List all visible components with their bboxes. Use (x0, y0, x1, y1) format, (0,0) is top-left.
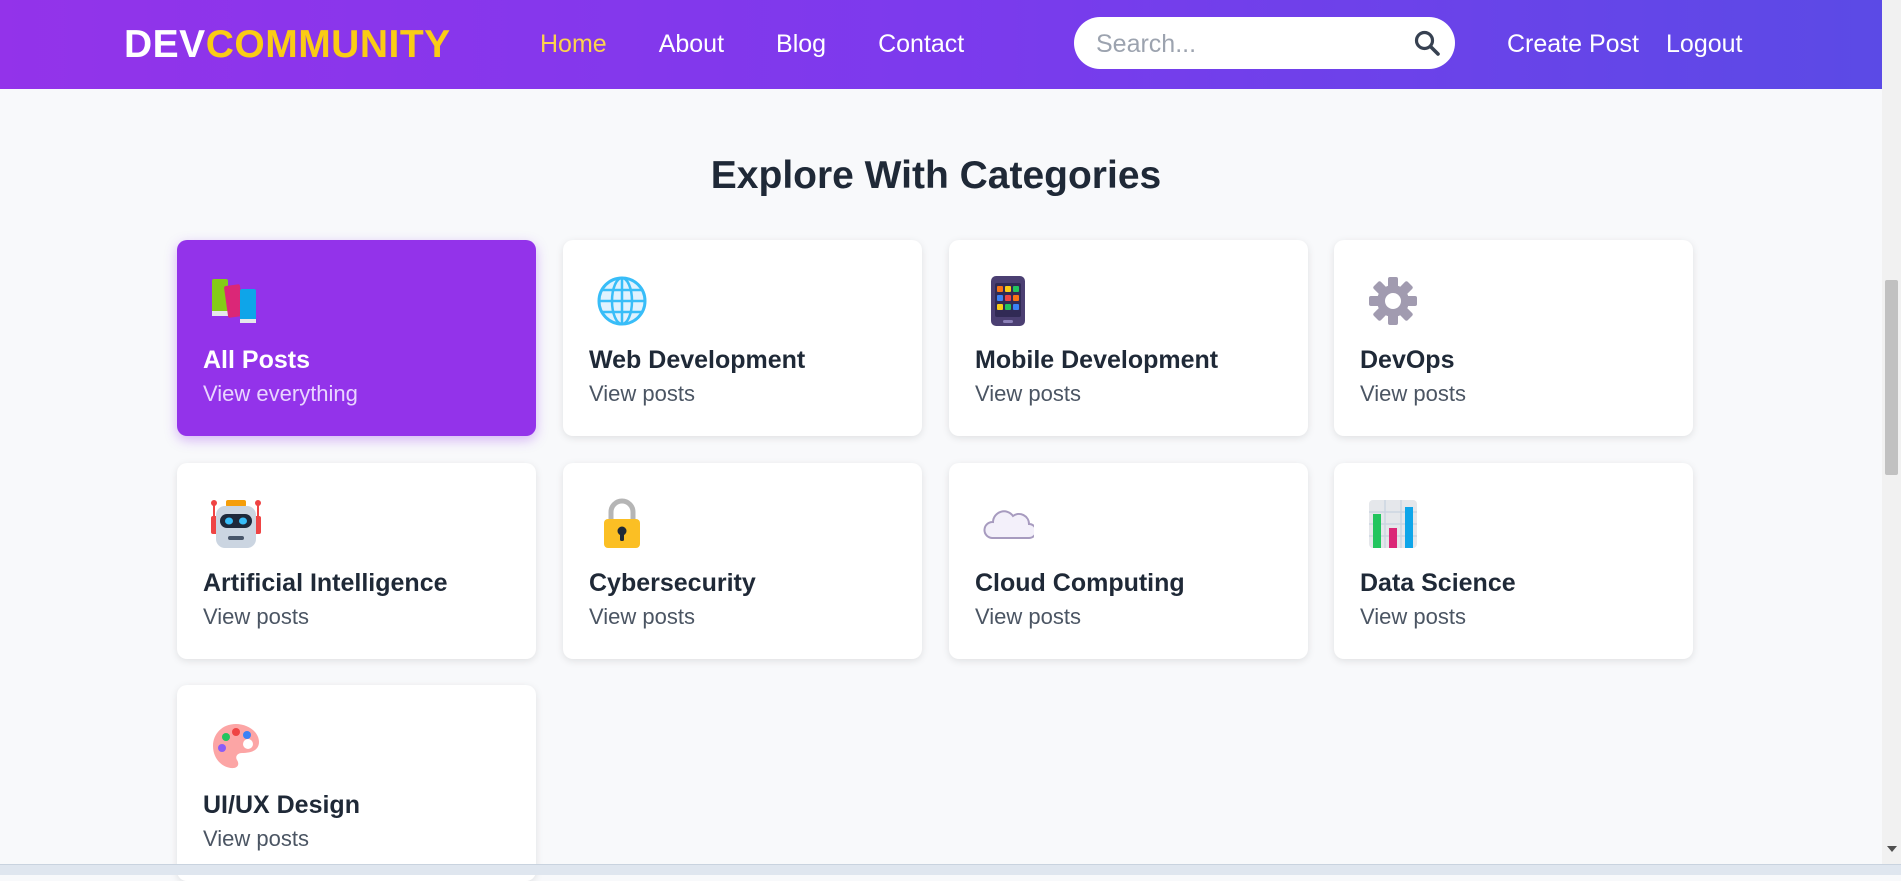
category-subtitle: View everything (203, 381, 358, 406)
search-box (1074, 17, 1455, 69)
category-card-mobile-development[interactable]: Mobile Development View posts (949, 240, 1308, 436)
category-card-devops[interactable]: DevOps View posts (1334, 240, 1693, 436)
category-subtitle: View posts (203, 604, 309, 629)
category-card-cybersecurity[interactable]: Cybersecurity View posts (563, 463, 922, 659)
category-title: Mobile Development (975, 346, 1219, 374)
category-title: Cloud Computing (975, 569, 1185, 597)
main-nav: Home About Blog Contact (540, 28, 1016, 60)
gear-icon (1367, 275, 1419, 327)
books-icon (210, 275, 262, 327)
mobile-phone-icon (982, 275, 1034, 327)
nav-link-about[interactable]: About (659, 28, 724, 60)
category-title: Data Science (1360, 569, 1516, 597)
nav-link-contact[interactable]: Contact (878, 28, 964, 60)
search-icon[interactable] (1413, 29, 1441, 57)
window-bottom-edge (0, 864, 1901, 875)
category-subtitle: View posts (975, 381, 1081, 406)
site-logo[interactable]: DEVCOMMUNITY (124, 22, 451, 68)
category-subtitle: View posts (203, 826, 309, 851)
lock-icon (596, 498, 648, 550)
category-title: DevOps (1360, 346, 1455, 374)
nav-link-home[interactable]: Home (540, 28, 607, 60)
category-subtitle: View posts (589, 604, 695, 629)
robot-icon (210, 498, 262, 550)
category-title: All Posts (203, 346, 310, 374)
palette-icon (210, 720, 262, 772)
bar-chart-icon (1367, 498, 1419, 550)
category-card-artificial-intelligence[interactable]: Artificial Intelligence View posts (177, 463, 536, 659)
category-card-web-development[interactable]: Web Development View posts (563, 240, 922, 436)
logo-text-community: COMMUNITY (205, 23, 451, 66)
category-subtitle: View posts (589, 381, 695, 406)
user-actions: Create Post Logout (1507, 28, 1769, 60)
category-subtitle: View posts (1360, 381, 1466, 406)
globe-icon (596, 275, 648, 327)
category-card-data-science[interactable]: Data Science View posts (1334, 463, 1693, 659)
nav-link-blog[interactable]: Blog (776, 28, 826, 60)
category-card-all-posts[interactable]: All Posts View everything (177, 240, 536, 436)
section-title: Explore With Categories (710, 154, 1162, 197)
top-navbar: DEVCOMMUNITY Home About Blog Contact Cre… (0, 0, 1882, 89)
logo-text-dev: DEV (124, 23, 206, 66)
create-post-link[interactable]: Create Post (1507, 28, 1639, 60)
scrollbar-thumb[interactable] (1885, 280, 1898, 475)
category-title: Artificial Intelligence (203, 569, 448, 597)
category-title: Web Development (589, 346, 806, 374)
category-card-ui-ux-design[interactable]: UI/UX Design View posts (177, 685, 536, 881)
category-subtitle: View posts (1360, 604, 1466, 629)
cloud-icon (982, 498, 1037, 550)
logout-link[interactable]: Logout (1666, 28, 1742, 60)
category-title: Cybersecurity (589, 569, 756, 597)
category-title: UI/UX Design (203, 791, 360, 819)
category-subtitle: View posts (975, 604, 1081, 629)
search-input[interactable] (1094, 27, 1398, 61)
scroll-down-arrow-icon[interactable] (1887, 846, 1897, 852)
category-card-cloud-computing[interactable]: Cloud Computing View posts (949, 463, 1308, 659)
